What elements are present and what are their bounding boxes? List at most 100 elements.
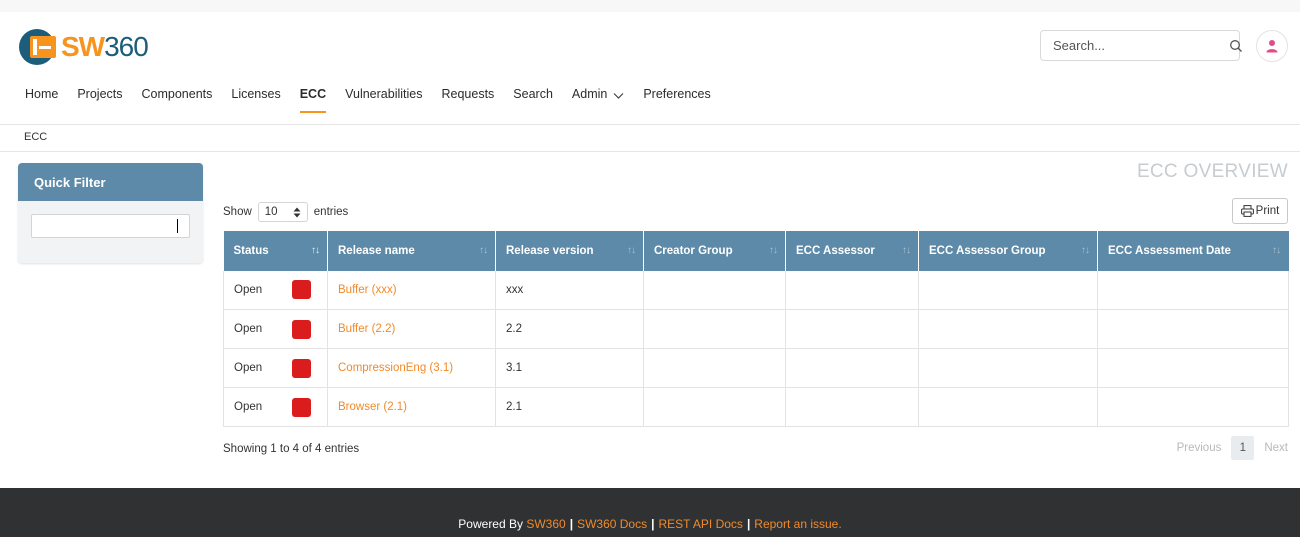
release-name-cell: CompressionEng (3.1) — [327, 348, 496, 388]
status-cell: Open — [223, 309, 328, 349]
release-version-cell: 2.2 — [495, 309, 644, 349]
table-info: Showing 1 to 4 of 4 entries — [223, 443, 360, 455]
status-text: Open — [234, 283, 263, 296]
sort-icon: ↑↓ — [902, 245, 911, 256]
entries-length-control: Show 10 entries — [223, 202, 348, 222]
creator-group-cell — [643, 348, 786, 388]
release-link[interactable]: Buffer (2.2) — [338, 323, 395, 335]
ecc-assessor-cell — [785, 348, 919, 388]
status-text: Open — [234, 401, 263, 413]
sort-icon: ↑↓ — [479, 245, 488, 256]
status-indicator — [292, 280, 311, 300]
status-indicator — [292, 397, 311, 417]
nav-item-preferences[interactable]: Preferences — [643, 87, 710, 115]
release-version-cell: xxx — [495, 270, 644, 310]
logo-text: SW360 — [61, 31, 149, 62]
ecc-assessment-date-cell — [1097, 348, 1289, 388]
global-search[interactable] — [1040, 30, 1243, 61]
logo-text-sw: SW — [61, 31, 105, 62]
search-input[interactable] — [1053, 38, 1229, 53]
nav-item-admin[interactable]: Admin — [572, 87, 624, 115]
column-header-label: ECC Assessment Date — [1108, 245, 1231, 258]
ecc-assessor-group-cell — [918, 270, 1098, 310]
pagination-page-1[interactable]: 1 — [1231, 436, 1255, 460]
nav-item-vulnerabilities[interactable]: Vulnerabilities — [345, 87, 422, 115]
quick-filter-input[interactable] — [31, 214, 190, 238]
page-title: ECC OVERVIEW — [1136, 161, 1288, 182]
sort-icon: ↑↓ — [1081, 245, 1090, 256]
column-header-ecc-assessor-group[interactable]: ECC Assessor Group ↑↓ — [918, 231, 1098, 271]
release-link[interactable]: Buffer (xxx) — [338, 284, 397, 296]
column-header-ecc-assessment-date[interactable]: ECC Assessment Date ↑↓ — [1097, 231, 1289, 271]
footer-link-sw360-docs[interactable]: SW360 Docs — [577, 517, 647, 531]
nav-item-projects[interactable]: Projects — [77, 87, 122, 115]
footer-separator: | — [746, 516, 751, 531]
release-name-cell: Browser (2.1) — [327, 387, 496, 427]
column-header-creator-group[interactable]: Creator Group ↑↓ — [643, 231, 786, 271]
release-name-cell: Buffer (xxx) — [327, 270, 496, 310]
ecc-table: Status ↑↓ Release name ↑↓ Release version ↑… — [223, 231, 1289, 427]
status-cell: Open — [223, 348, 328, 388]
column-header-ecc-assessor[interactable]: ECC Assessor ↑↓ — [785, 231, 919, 271]
sort-icon: ↑↓ — [1272, 245, 1281, 256]
column-header-release-name[interactable]: Release name ↑↓ — [327, 231, 496, 271]
show-label: Show — [223, 206, 252, 218]
pagination-previous[interactable]: Previous — [1177, 442, 1222, 454]
search-icon[interactable] — [1229, 39, 1243, 53]
ecc-assessment-date-cell — [1097, 309, 1289, 349]
nav-item-ecc[interactable]: ECC — [299, 87, 327, 115]
chevron-down-icon — [613, 89, 624, 103]
status-text: Open — [234, 323, 263, 335]
ecc-assessor-group-cell — [918, 309, 1098, 349]
sort-icon: ↑↓ — [769, 245, 778, 256]
nav-item-components[interactable]: Components — [142, 87, 213, 115]
release-link[interactable]: CompressionEng (3.1) — [338, 362, 453, 374]
release-version-cell: 3.1 — [495, 348, 644, 388]
top-strip — [0, 0, 1300, 12]
table-header-row: Status ↑↓ Release name ↑↓ Release version ↑… — [223, 231, 1289, 271]
footer-link-report-issue[interactable]: Report an issue. — [754, 517, 841, 531]
creator-group-cell — [643, 387, 786, 427]
footer: Powered By SW360 | SW360 Docs | REST API Doc… — [0, 488, 1300, 537]
breadcrumb[interactable]: ECC — [24, 131, 47, 143]
column-header-label: ECC Assessor — [796, 245, 875, 258]
footer-separator: | — [569, 516, 574, 531]
column-header-label: Release version — [506, 245, 594, 258]
status-cell: Open — [223, 270, 328, 310]
footer-link-rest-api-docs[interactable]: REST API Docs — [658, 517, 742, 531]
divider — [0, 124, 1300, 125]
ecc-assessor-cell — [785, 309, 919, 349]
status-indicator — [292, 358, 311, 378]
creator-group-cell — [643, 270, 786, 310]
pagination-next[interactable]: Next — [1264, 442, 1288, 454]
nav-item-search[interactable]: Search — [513, 87, 553, 115]
nav-item-licenses[interactable]: Licenses — [231, 87, 280, 115]
entries-label: entries — [313, 206, 349, 218]
quick-filter-title: Quick Filter — [18, 163, 203, 201]
sort-icon: ↑↓ — [311, 245, 320, 256]
release-link[interactable]: Browser (2.1) — [338, 401, 407, 413]
column-header-label: Status — [233, 245, 269, 258]
user-avatar[interactable] — [1256, 30, 1288, 62]
entries-select[interactable]: 10 — [257, 202, 308, 222]
column-header-label: Creator Group — [654, 245, 733, 258]
divider — [0, 151, 1300, 152]
status-cell: Open — [223, 387, 328, 427]
release-version-cell: 2.1 — [495, 387, 644, 427]
column-header-label: Release name — [338, 245, 415, 258]
print-button[interactable]: Print — [1232, 198, 1288, 224]
main-nav: Home Projects Components Licenses ECC Vu… — [25, 87, 730, 115]
pagination: Previous 1 Next — [1177, 436, 1288, 460]
ecc-assessor-group-cell — [918, 387, 1098, 427]
entries-select-value: 10 — [264, 206, 278, 218]
sw360-logo[interactable]: SW360 — [18, 28, 149, 66]
nav-item-home[interactable]: Home — [25, 87, 58, 115]
user-icon — [1266, 40, 1278, 53]
column-header-release-version[interactable]: Release version ↑↓ — [495, 231, 644, 271]
footer-link-sw360[interactable]: SW360 — [526, 517, 565, 531]
print-label: Print — [1255, 205, 1280, 217]
footer-separator: | — [651, 516, 655, 531]
nav-item-requests[interactable]: Requests — [441, 87, 494, 115]
table-row: Open Buffer (2.2) 2.2 — [223, 309, 1289, 349]
column-header-status[interactable]: Status ↑↓ — [223, 231, 328, 271]
